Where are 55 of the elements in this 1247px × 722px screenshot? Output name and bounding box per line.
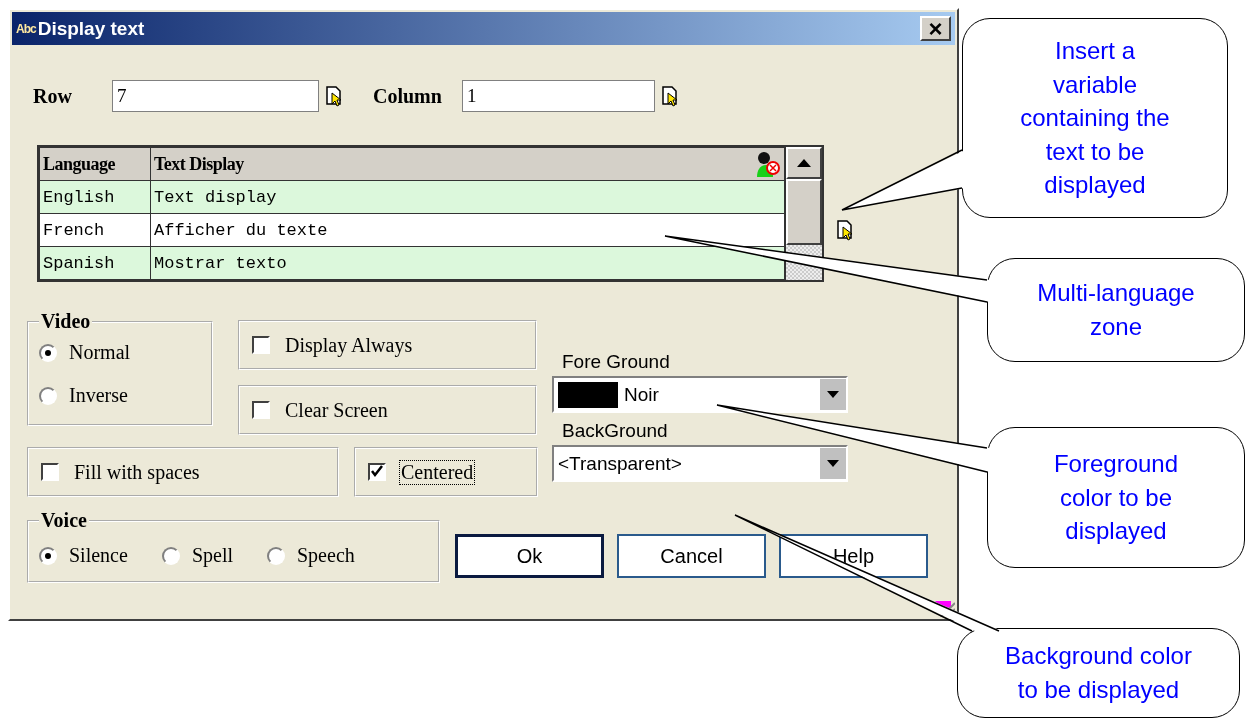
- dialog-button[interactable]: Cancel: [617, 534, 766, 578]
- color-dropdown[interactable]: Noir: [552, 376, 848, 413]
- window-title: Display text: [37, 17, 146, 40]
- checkbox[interactable]: [252, 336, 270, 354]
- caret-icon[interactable]: [827, 460, 839, 467]
- document-cursor-icon[interactable]: [325, 84, 343, 108]
- table-cell[interactable]: English: [39, 180, 151, 214]
- radio-button[interactable]: [267, 546, 285, 565]
- table-cell[interactable]: Spanish: [39, 246, 151, 280]
- checkbox-label: Centered: [400, 460, 475, 484]
- column-header[interactable]: Language: [39, 147, 151, 181]
- table-cell[interactable]: Text display: [150, 180, 785, 214]
- document-cursor-icon[interactable]: [836, 218, 854, 242]
- radio-button[interactable]: [39, 386, 57, 405]
- radio-label: Silence: [69, 544, 128, 567]
- up-arrow-icon[interactable]: [797, 159, 811, 167]
- radio-button[interactable]: [39, 546, 57, 565]
- scrollbar-thumb[interactable]: [786, 179, 822, 245]
- field-label: Column: [373, 84, 442, 108]
- checkbox-label: Display Always: [284, 333, 414, 357]
- checkbox[interactable]: [41, 463, 59, 481]
- app-icon: Abc: [16, 21, 36, 36]
- callout: Insert a variable containing the text to be displayed: [962, 18, 1228, 218]
- checkbox-label: Clear Screen: [284, 398, 389, 422]
- dialog-button[interactable]: Help: [779, 534, 928, 578]
- callout: Foreground color to be displayed: [987, 427, 1245, 568]
- callout: Multi-language zone: [987, 258, 1245, 362]
- table-cell[interactable]: Afficher du texte: [150, 213, 785, 247]
- color-dropdown[interactable]: <Transparent>: [552, 445, 848, 482]
- radio-label: Normal: [69, 341, 131, 364]
- caret-icon[interactable]: [827, 391, 839, 398]
- radio-label: Spell: [191, 544, 233, 567]
- field-label: Fore Ground: [562, 351, 671, 373]
- input-field[interactable]: 1: [461, 80, 655, 112]
- radio-button[interactable]: [39, 343, 57, 362]
- radio-label: Speech: [297, 544, 355, 567]
- input-field[interactable]: 7: [112, 80, 319, 112]
- person-icon[interactable]: [755, 151, 781, 177]
- table-cell[interactable]: French: [39, 213, 151, 247]
- dialog-button[interactable]: Ok: [455, 534, 604, 578]
- checkbox[interactable]: [368, 463, 386, 481]
- table-cell[interactable]: Mostrar texto: [150, 246, 785, 280]
- scroll-up-button[interactable]: [786, 147, 822, 179]
- checkbox[interactable]: [252, 401, 270, 419]
- group-label: Video: [40, 310, 92, 333]
- checkbox-label: Fill with spaces: [73, 460, 201, 484]
- close-button[interactable]: ×: [920, 16, 951, 41]
- radio-label: Inverse: [69, 384, 128, 407]
- field-label: BackGround: [562, 420, 669, 442]
- radio-button[interactable]: [161, 546, 180, 565]
- column-header[interactable]: Text Display: [150, 147, 785, 181]
- callout: Background color to be displayed: [957, 628, 1240, 718]
- document-cursor-icon[interactable]: [660, 84, 679, 108]
- group-label: Voice: [40, 509, 88, 532]
- field-label: Row: [33, 84, 73, 108]
